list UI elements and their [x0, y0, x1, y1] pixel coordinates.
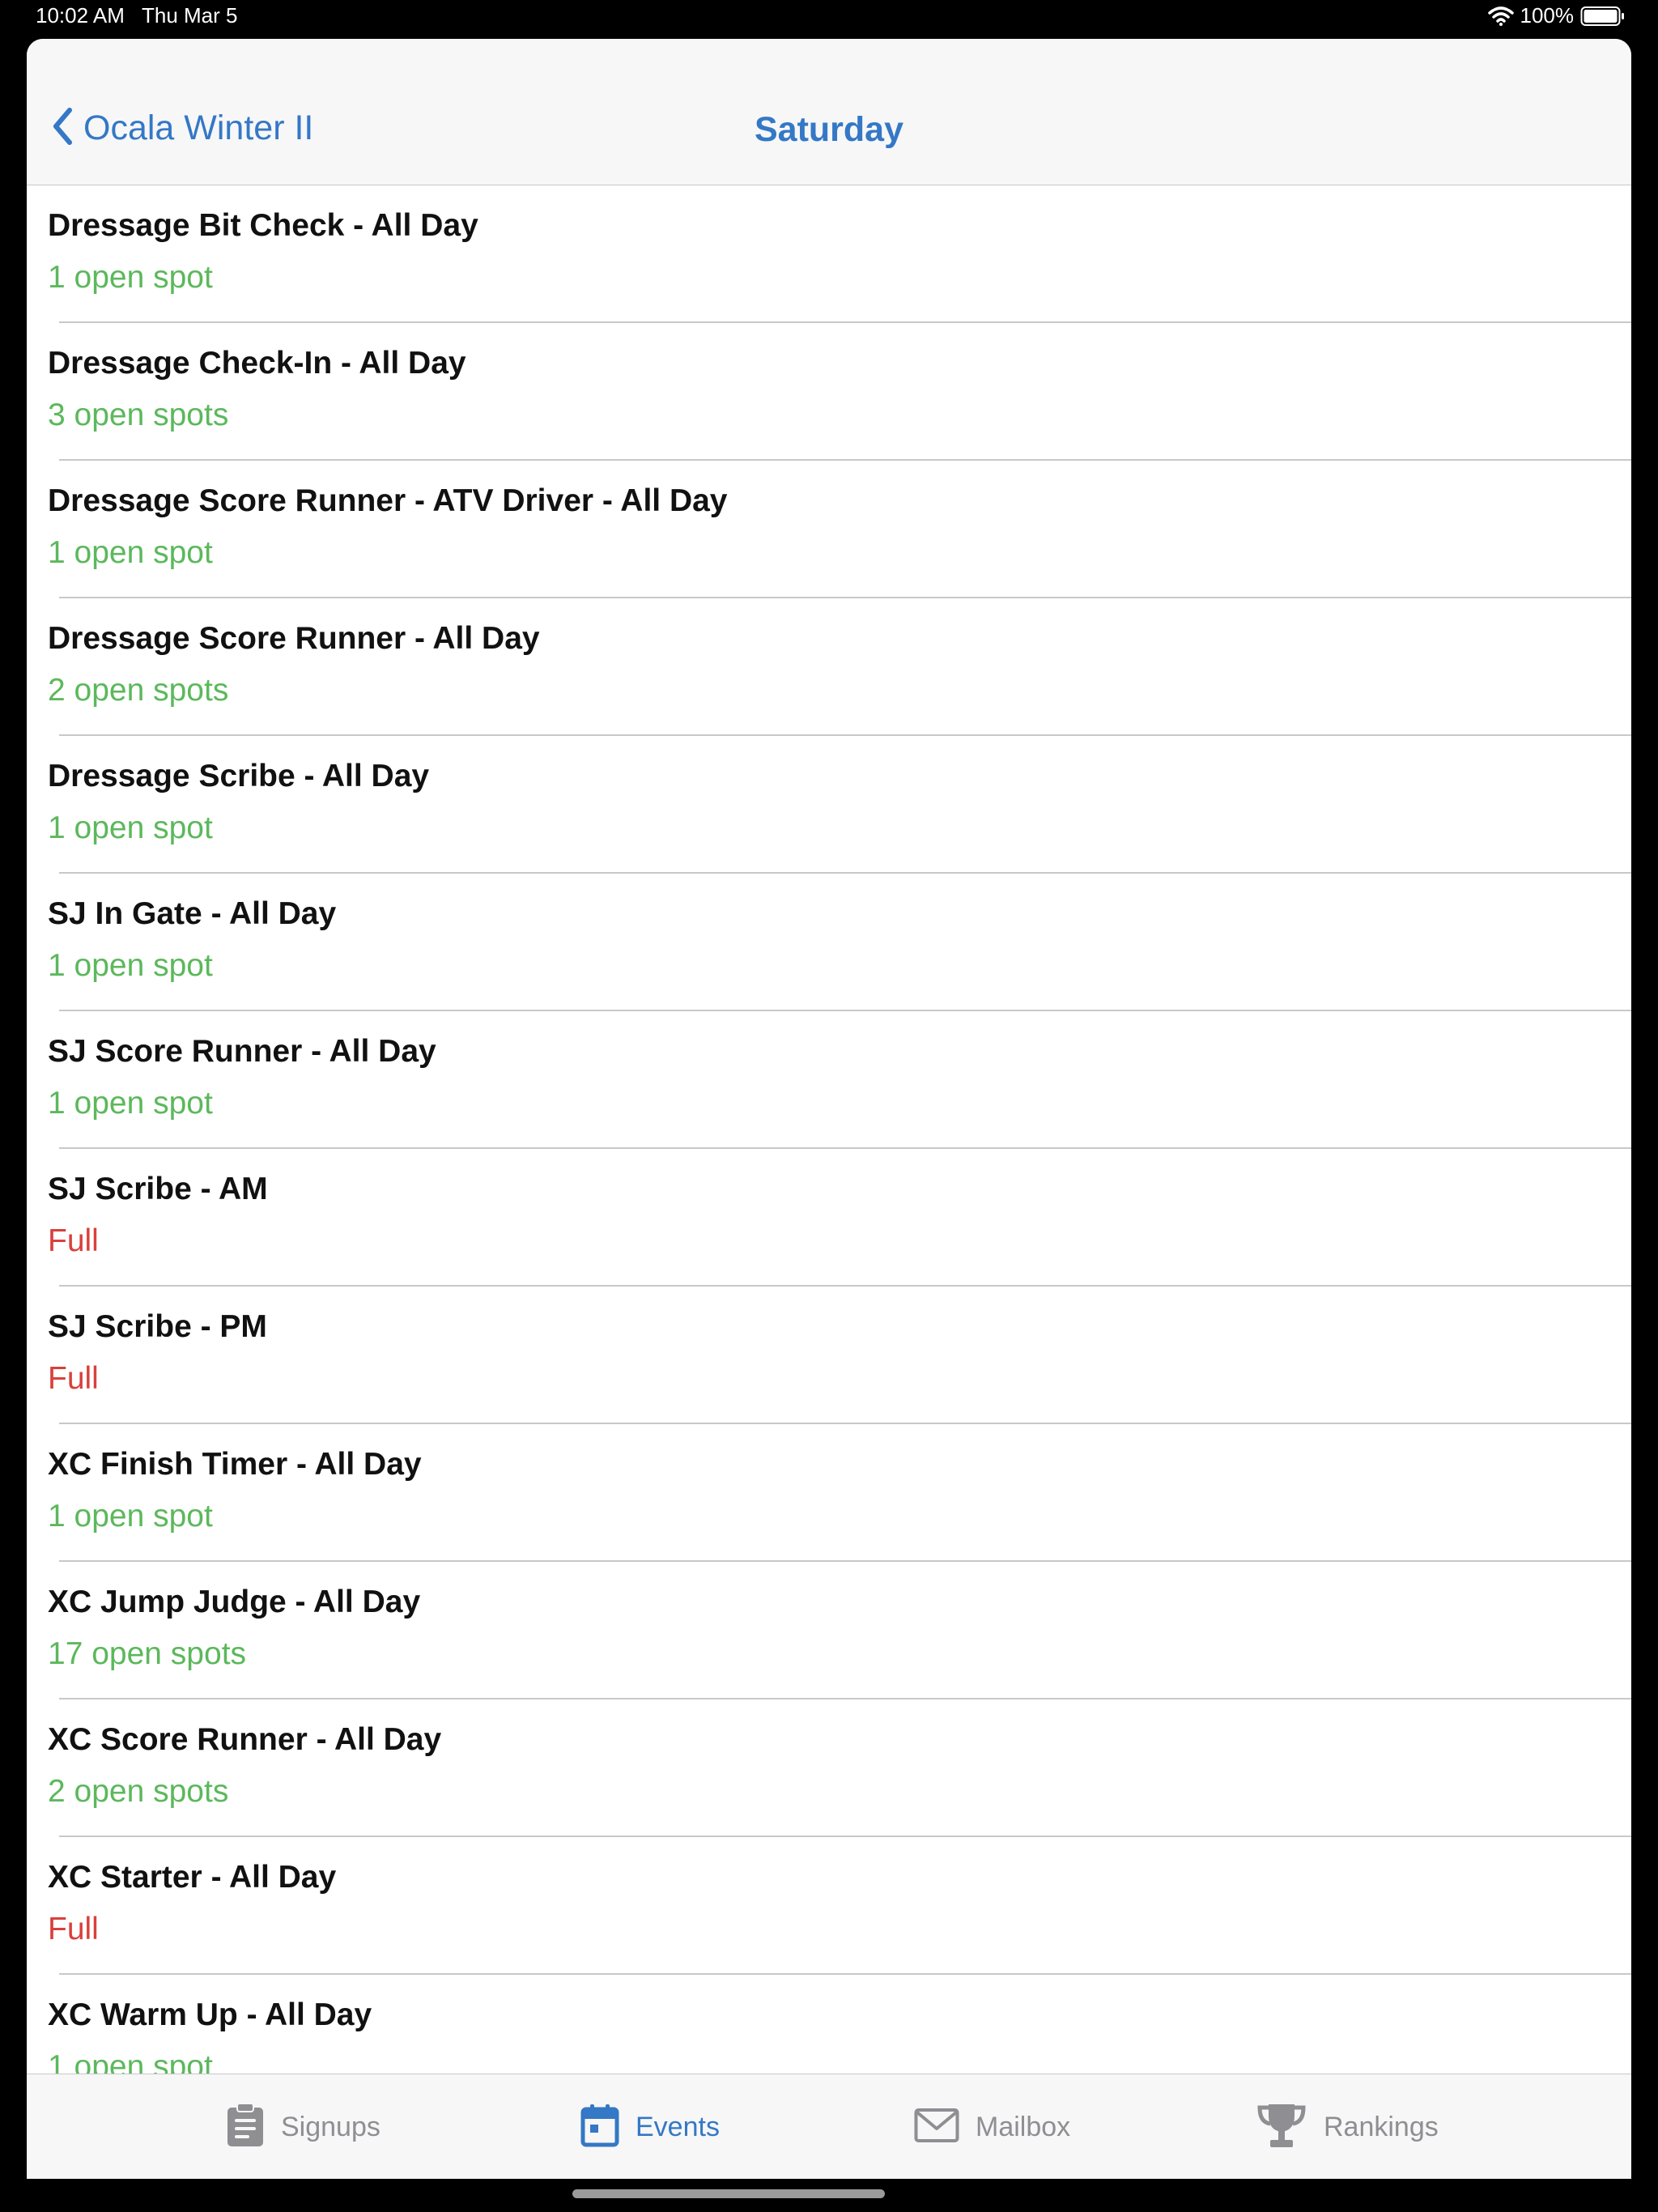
event-availability: Full: [48, 1912, 99, 1946]
tab-label: Events: [636, 2111, 720, 2142]
event-row[interactable]: Dressage Check-In - All Day 3 open spots: [27, 323, 1631, 461]
event-title: SJ Scribe - AM: [48, 1172, 268, 1206]
event-title: SJ Scribe - PM: [48, 1309, 267, 1344]
event-row[interactable]: SJ Scribe - PM Full: [27, 1287, 1631, 1424]
clipboard-icon: [226, 2102, 265, 2152]
event-title: Dressage Bit Check - All Day: [48, 208, 478, 243]
event-row[interactable]: XC Starter - All Day Full: [27, 1837, 1631, 1975]
event-availability: 1 open spot: [48, 1086, 213, 1121]
wifi-icon: [1487, 6, 1514, 26]
event-title: SJ Score Runner - All Day: [48, 1034, 436, 1069]
tab-rankings[interactable]: Rankings: [1256, 2074, 1439, 2179]
event-availability: Full: [48, 1223, 99, 1258]
event-row[interactable]: SJ In Gate - All Day 1 open spot: [27, 874, 1631, 1011]
event-title: XC Starter - All Day: [48, 1860, 337, 1895]
status-indicators: 100%: [1487, 3, 1626, 28]
event-availability: 1 open spot: [48, 810, 213, 845]
event-row[interactable]: SJ Score Runner - All Day 1 open spot: [27, 1011, 1631, 1149]
event-row[interactable]: XC Jump Judge - All Day 17 open spots: [27, 1562, 1631, 1699]
event-availability: 2 open spots: [48, 1774, 229, 1809]
calendar-icon: [580, 2103, 619, 2152]
event-availability: 1 open spot: [48, 260, 213, 295]
event-title: SJ In Gate - All Day: [48, 896, 337, 931]
status-date: Thu Mar 5: [142, 3, 238, 28]
tab-signups[interactable]: Signups: [226, 2074, 380, 2179]
event-row[interactable]: Dressage Score Runner - ATV Driver - All…: [27, 461, 1631, 598]
home-indicator[interactable]: [572, 2189, 885, 2198]
page-title: Saturday: [754, 110, 903, 149]
battery-percent: 100%: [1520, 3, 1575, 28]
event-title: XC Finish Timer - All Day: [48, 1447, 422, 1482]
event-title: Dressage Score Runner - ATV Driver - All…: [48, 483, 728, 518]
status-time: 10:02 AM: [36, 3, 125, 28]
tab-label: Rankings: [1324, 2111, 1439, 2142]
navigation-bar: Ocala Winter II Saturday: [27, 39, 1631, 185]
event-availability: 3 open spots: [48, 398, 229, 432]
event-availability: 1 open spot: [48, 1499, 213, 1534]
event-availability: Full: [48, 1361, 99, 1396]
event-title: XC Jump Judge - All Day: [48, 1585, 421, 1619]
tab-events[interactable]: Events: [580, 2074, 720, 2179]
event-availability: 1 open spot: [48, 535, 213, 570]
event-availability: 17 open spots: [48, 1636, 247, 1671]
event-row[interactable]: XC Score Runner - All Day 2 open spots: [27, 1699, 1631, 1837]
tab-label: Signups: [281, 2111, 380, 2142]
event-title: Dressage Scribe - All Day: [48, 759, 430, 793]
event-row[interactable]: XC Finish Timer - All Day 1 open spot: [27, 1424, 1631, 1562]
event-list[interactable]: Dressage Bit Check - All Day 1 open spot D…: [27, 185, 1631, 2112]
event-row[interactable]: Dressage Bit Check - All Day 1 open spot: [27, 185, 1631, 323]
event-title: XC Warm Up - All Day: [48, 1997, 372, 2032]
event-title: Dressage Score Runner - All Day: [48, 621, 540, 656]
event-row[interactable]: Dressage Scribe - All Day 1 open spot: [27, 736, 1631, 874]
event-availability: 2 open spots: [48, 673, 229, 708]
event-title: Dressage Check-In - All Day: [48, 346, 466, 381]
app-window: Ocala Winter II Saturday Dressage Bit Ch…: [27, 39, 1631, 2179]
event-title: XC Score Runner - All Day: [48, 1722, 442, 1757]
event-row[interactable]: Dressage Score Runner - All Day 2 open sp…: [27, 598, 1631, 736]
tab-bar: Signups Events Mailbox Rankings: [27, 2074, 1631, 2179]
envelope-icon: [914, 2108, 959, 2147]
event-row[interactable]: SJ Scribe - AM Full: [27, 1149, 1631, 1287]
status-bar: 10:02 AM Thu Mar 5 100%: [0, 0, 1658, 39]
tab-label: Mailbox: [976, 2111, 1071, 2142]
trophy-icon: [1256, 2101, 1307, 2154]
event-availability: 1 open spot: [48, 948, 213, 983]
battery-icon: [1580, 6, 1626, 27]
tab-mailbox[interactable]: Mailbox: [914, 2074, 1070, 2179]
